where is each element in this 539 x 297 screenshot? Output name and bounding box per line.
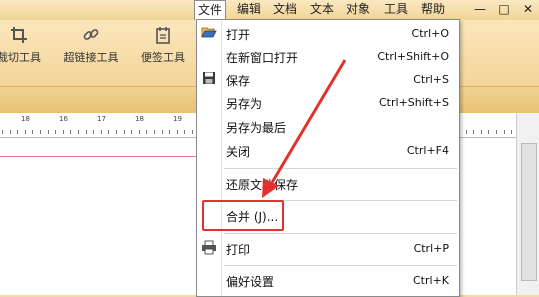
annotation-arrow [262, 59, 347, 198]
